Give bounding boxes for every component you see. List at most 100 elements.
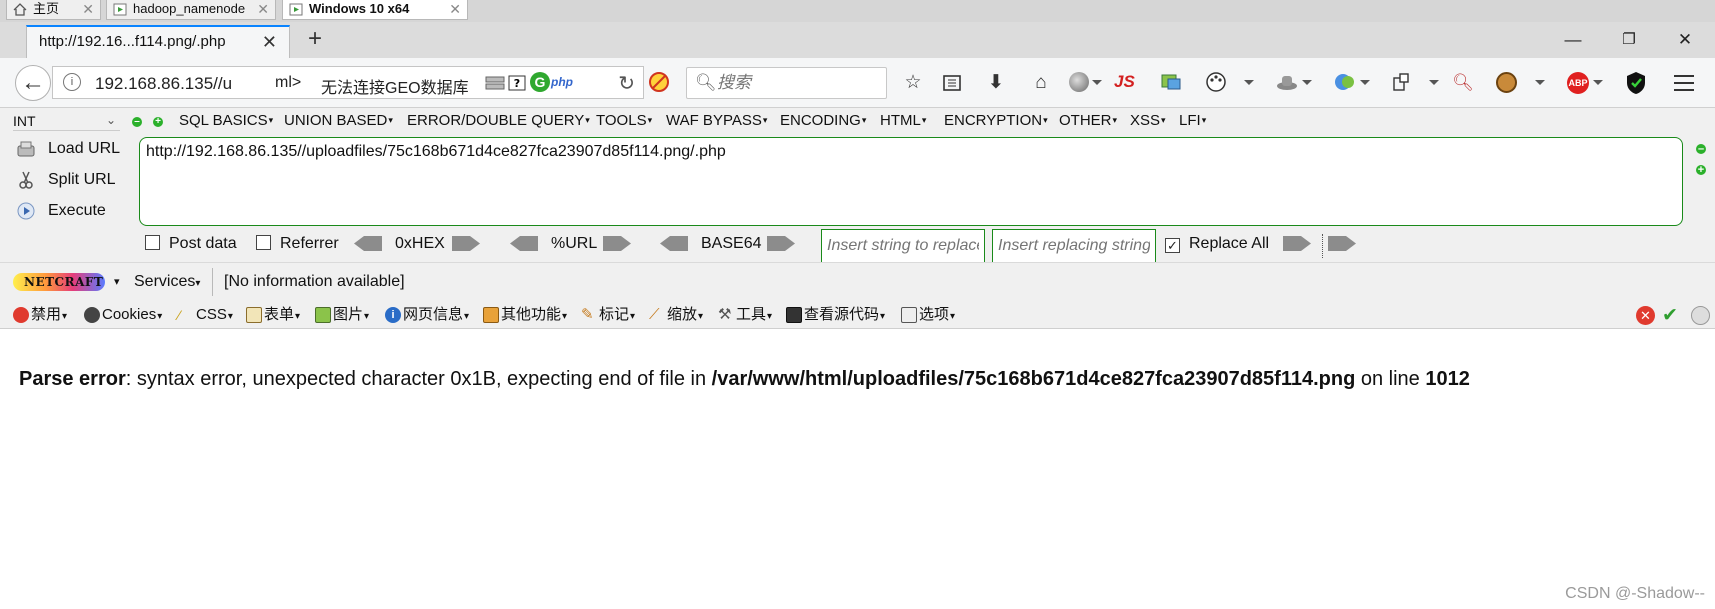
new-tab-button[interactable]: + — [301, 26, 329, 54]
netcraft-logo[interactable]: NETCRAFT — [13, 273, 105, 291]
insert-replacing-input[interactable] — [992, 229, 1156, 263]
hat-icon[interactable] — [1276, 72, 1298, 92]
menu-encryption[interactable]: ENCRYPTION — [944, 112, 1048, 129]
wd-misc-menu[interactable]: 其他功能 — [483, 305, 567, 325]
wd-forms-menu[interactable]: 表单 — [246, 305, 300, 325]
close-icon[interactable]: ✕ — [449, 0, 461, 18]
post-data-toggle[interactable]: Post data — [145, 230, 237, 258]
window-close-button[interactable]: ✕ — [1670, 26, 1700, 54]
services-menu[interactable]: Services▾ — [134, 273, 200, 291]
chevron-down-icon[interactable] — [1092, 80, 1102, 85]
wd-cookies-menu[interactable]: Cookies — [84, 305, 162, 325]
palette-icon[interactable] — [1205, 71, 1227, 93]
minus-icon[interactable]: – — [1696, 144, 1706, 155]
error-status-icon[interactable]: ✕ — [1636, 306, 1655, 325]
wd-info-menu[interactable]: i 网页信息 — [385, 305, 469, 325]
address-bar[interactable]: i 192.168.86.135//u ml> 无法连接GEO数据库 ? G p… — [52, 66, 644, 99]
chevron-down-icon[interactable] — [1302, 80, 1312, 85]
arrow-right-icon[interactable] — [767, 236, 795, 251]
info-icon[interactable]: i — [63, 73, 81, 91]
load-url-button[interactable]: Load URL — [13, 136, 128, 162]
referrer-checkbox[interactable] — [256, 235, 271, 250]
post-data-checkbox[interactable] — [145, 235, 160, 250]
plus-icon[interactable]: + — [1696, 165, 1706, 176]
js-addon-icon[interactable]: JS — [1114, 72, 1135, 92]
minus-icon[interactable]: – — [132, 117, 142, 127]
image-addon-icon[interactable] — [1160, 71, 1182, 93]
adblock-icon[interactable]: ABP — [1567, 72, 1589, 94]
home-icon[interactable]: ⌂ — [1030, 71, 1052, 95]
back-button[interactable]: ← — [15, 65, 51, 101]
download-icon[interactable]: ⬇ — [985, 71, 1007, 95]
g-addon-icon[interactable]: G — [530, 72, 550, 92]
menu-waf-bypass[interactable]: WAF BYPASS — [666, 112, 767, 129]
reading-list-icon[interactable] — [942, 73, 962, 93]
search-input[interactable] — [717, 72, 877, 94]
close-icon[interactable]: ✕ — [82, 0, 94, 18]
monkey-icon[interactable] — [1496, 72, 1517, 93]
close-tab-icon[interactable]: ✕ — [262, 27, 277, 57]
wd-outline-menu[interactable]: ✎ 标记 — [581, 305, 635, 325]
menu-union-based[interactable]: UNION BASED — [284, 112, 393, 129]
chevron-down-icon[interactable]: ▾ — [114, 275, 120, 288]
chevron-down-icon[interactable] — [1244, 80, 1254, 85]
wd-options-menu[interactable]: 选项 — [901, 305, 955, 325]
menu-tools[interactable]: TOOLS — [596, 112, 652, 129]
arrow-right-icon[interactable] — [603, 236, 631, 251]
chevron-down-icon[interactable] — [1593, 80, 1603, 85]
menu-error-double-query[interactable]: ERROR/DOUBLE QUERY — [407, 112, 590, 129]
reload-icon[interactable]: ↻ — [618, 71, 635, 96]
wd-disable-menu[interactable]: 禁用 — [13, 305, 67, 325]
status-dot-icon[interactable] — [1691, 306, 1710, 325]
arrow-left-icon[interactable] — [660, 236, 688, 251]
type-select[interactable]: INT ⌄ — [13, 111, 120, 131]
chevron-down-icon[interactable] — [1429, 80, 1439, 85]
menu-encoding[interactable]: ENCODING — [780, 112, 866, 129]
vm-tab-windows10[interactable]: Windows 10 x64 ✕ — [282, 0, 468, 20]
blocked-addon-icon[interactable] — [648, 71, 670, 93]
translate-icon[interactable] — [1334, 72, 1356, 92]
replace-all-checkbox[interactable] — [1165, 238, 1180, 253]
wd-images-menu[interactable]: 图片 — [315, 305, 369, 325]
menu-html[interactable]: HTML — [880, 112, 926, 129]
split-url-button[interactable]: Split URL — [13, 167, 128, 193]
minimize-button[interactable]: — — [1558, 26, 1588, 54]
menu-lfi[interactable]: LFI — [1179, 112, 1206, 129]
replace-all-toggle[interactable]: Replace All — [1165, 230, 1269, 258]
referrer-toggle[interactable]: Referrer — [256, 230, 339, 258]
menu-icon[interactable] — [1674, 75, 1694, 91]
menu-other[interactable]: OTHER — [1059, 112, 1117, 129]
screenshot-icon[interactable] — [1392, 72, 1412, 92]
chevron-down-icon[interactable] — [1360, 80, 1370, 85]
shield-icon[interactable] — [1625, 71, 1647, 95]
close-icon[interactable]: ✕ — [257, 0, 269, 18]
search-box[interactable]: 🔍︎ — [686, 67, 887, 99]
menu-xss[interactable]: XSS — [1130, 112, 1166, 129]
execute-button[interactable]: Execute — [13, 198, 128, 224]
wd-view-source-menu[interactable]: 查看源代码 — [786, 305, 885, 325]
insert-string-input[interactable] — [821, 229, 985, 263]
arrow-right-icon[interactable] — [1328, 236, 1356, 251]
vm-tab-home[interactable]: 主页 ✕ — [6, 0, 101, 20]
url-textarea[interactable]: http://192.168.86.135//uploadfiles/75c16… — [139, 137, 1683, 226]
plus-icon[interactable]: + — [153, 117, 163, 127]
php-badge[interactable]: php — [551, 75, 573, 89]
wd-resize-menu[interactable]: ⟋ 缩放 — [649, 305, 703, 325]
chevron-down-icon[interactable] — [1535, 80, 1545, 85]
server-icon[interactable] — [485, 75, 505, 91]
globe-icon[interactable] — [1069, 72, 1089, 92]
arrow-right-icon[interactable] — [1283, 236, 1311, 251]
vm-tab-hadoop[interactable]: hadoop_namenode ✕ — [106, 0, 276, 20]
wd-css-menu[interactable]: ⁄ CSS — [178, 305, 233, 325]
magnifier-addon-icon[interactable]: 🔍︎ — [1452, 71, 1474, 95]
browser-tab-active[interactable]: http://192.16...f114.png/.php ✕ — [26, 25, 290, 58]
arrow-left-icon[interactable] — [354, 236, 382, 251]
restore-button[interactable]: ❐ — [1614, 26, 1644, 54]
wd-tools-menu[interactable]: ⚒ 工具 — [718, 305, 772, 325]
checkmark-icon[interactable]: ✔ — [1662, 304, 1678, 327]
question-icon[interactable]: ? — [508, 75, 526, 91]
arrow-right-icon[interactable] — [452, 236, 480, 251]
menu-sql-basics[interactable]: SQL BASICS — [179, 112, 273, 129]
arrow-left-icon[interactable] — [510, 236, 538, 251]
bookmark-star-icon[interactable]: ☆ — [901, 71, 925, 95]
